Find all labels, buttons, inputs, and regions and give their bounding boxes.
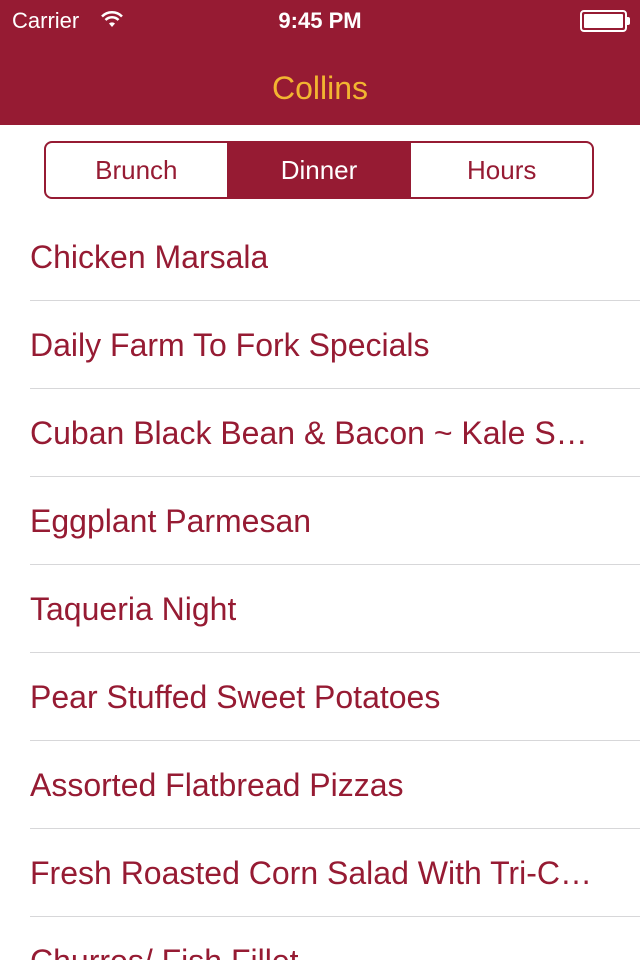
list-item[interactable]: Taqueria Night bbox=[0, 565, 640, 653]
list-item[interactable]: Chicken Marsala bbox=[0, 213, 640, 301]
list-item-label: Taqueria Night bbox=[30, 590, 237, 627]
list-item-label: Assorted Flatbread Pizzas bbox=[30, 766, 404, 803]
list-item-label: Fresh Roasted Corn Salad With Tri-Color … bbox=[30, 854, 600, 891]
list-item-label: Daily Farm To Fork Specials bbox=[30, 326, 430, 363]
list-item-label: Chicken Marsala bbox=[30, 238, 269, 275]
segment-dinner[interactable]: Dinner bbox=[226, 143, 410, 197]
list-item[interactable]: Pear Stuffed Sweet Potatoes bbox=[0, 653, 640, 741]
list-item-label: Eggplant Parmesan bbox=[30, 502, 312, 539]
list-item[interactable]: Assorted Flatbread Pizzas bbox=[0, 741, 640, 829]
list-item-label: Churros/ Fish Fillet bbox=[30, 943, 299, 960]
menu-list: Chicken Marsala Daily Farm To Fork Speci… bbox=[0, 213, 640, 960]
list-item[interactable]: Eggplant Parmesan bbox=[0, 477, 640, 565]
navigation-bar: Carrier 9:45 PM Collins bbox=[0, 0, 640, 125]
menu-segmented-control: Brunch Dinner Hours bbox=[44, 141, 594, 199]
list-item[interactable]: Churros/ Fish Fillet bbox=[0, 917, 640, 960]
list-item[interactable]: Cuban Black Bean & Bacon ~ Kale Soup bbox=[0, 389, 640, 477]
status-time: 9:45 PM bbox=[278, 8, 362, 33]
segment-hours[interactable]: Hours bbox=[409, 143, 592, 197]
list-item-label: Cuban Black Bean & Bacon ~ Kale Soup bbox=[30, 414, 600, 451]
list-item[interactable]: Fresh Roasted Corn Salad With Tri-Color … bbox=[0, 829, 640, 917]
list-item-label: Pear Stuffed Sweet Potatoes bbox=[30, 678, 441, 715]
segment-brunch[interactable]: Brunch bbox=[46, 143, 227, 197]
list-item[interactable]: Daily Farm To Fork Specials bbox=[0, 301, 640, 389]
page-title: Collins bbox=[271, 70, 369, 106]
status-bar: Carrier 9:45 PM bbox=[0, 0, 640, 40]
battery-icon bbox=[580, 10, 630, 32]
